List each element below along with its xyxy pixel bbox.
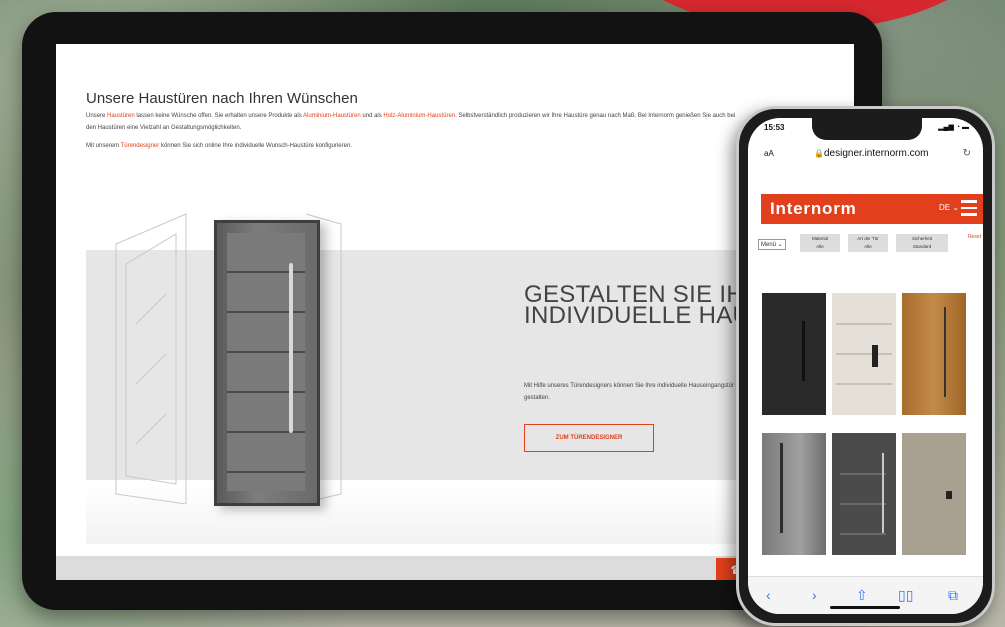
door-thumbnail[interactable] <box>902 433 966 555</box>
filter-material[interactable]: Material Alle <box>800 234 840 252</box>
door-panel <box>227 233 305 491</box>
tabs-icon[interactable]: ⧉ <box>948 587 958 604</box>
lock-icon: 🔒 <box>814 149 824 158</box>
filter-reset-button[interactable]: Reset <box>968 234 981 240</box>
page-heading: Unsere Haustüren nach Ihren Wünschen <box>86 90 358 107</box>
reload-icon[interactable]: ↻ <box>963 144 971 164</box>
designer-paragraph: Mit unserem Türendesigner können Sie sic… <box>86 140 746 152</box>
text-size-button[interactable]: aA <box>764 144 774 164</box>
aluminium-haustueren-link[interactable]: Aluminium-Haustüren <box>303 113 361 119</box>
door-thumbnail[interactable] <box>762 293 826 415</box>
door-thumbnail[interactable] <box>832 433 896 555</box>
haustueren-link[interactable]: Haustüren <box>107 113 135 119</box>
hamburger-menu-icon[interactable] <box>961 200 977 216</box>
front-door-image <box>214 220 320 506</box>
holz-aluminium-haustueren-link[interactable]: Holz-Aluminium-Haustüren <box>383 113 455 119</box>
door-handle <box>289 263 293 433</box>
filter-value: Alle <box>864 244 872 249</box>
intro-paragraph: Unsere Haustüren lassen keine Wünsche of… <box>86 110 746 134</box>
door-thumbnail[interactable] <box>902 293 966 415</box>
filter-value: Alle <box>816 244 824 249</box>
address-bar[interactable]: aA 🔒 designer.internorm.com ↻ <box>756 144 975 164</box>
filter-menu-button[interactable]: Menü ⌄ <box>758 239 786 250</box>
tablet-screen: Unsere Haustüren nach Ihren Wünschen Uns… <box>56 44 854 580</box>
phone-screen: 15:53 ▂▄▆ ◔ ▬ aA 🔒 designer.internorm.co… <box>748 118 983 614</box>
filter-label: Material <box>811 236 828 241</box>
filter-art-der-tuer[interactable]: Art der Tür Alle <box>848 234 888 252</box>
phone-device: 15:53 ▂▄▆ ◔ ▬ aA 🔒 designer.internorm.co… <box>736 106 995 626</box>
back-icon[interactable]: ‹ <box>766 587 771 603</box>
language-selector[interactable]: DE ⌄ <box>939 203 959 212</box>
filter-value: Standard <box>912 244 932 249</box>
status-icons: ▂▄▆ ◔ ▬ <box>938 124 969 131</box>
filter-sicherheit[interactable]: Sicherheit Standard <box>896 234 948 252</box>
share-icon[interactable]: ⇧ <box>856 587 868 604</box>
url-text: designer.internorm.com <box>824 148 929 159</box>
phone-notch <box>812 118 922 140</box>
designer-cta-button[interactable]: ZUM TÜRENDESIGNER <box>524 424 654 452</box>
intro-text-1: Unsere <box>86 113 108 119</box>
door-thumbnail[interactable] <box>832 293 896 415</box>
intro-text-2: lassen keine Wünsche offen. Sie erhalten… <box>134 113 304 119</box>
internorm-logo[interactable]: Internorm <box>761 194 865 224</box>
brand-header: Internorm DE ⌄ <box>761 194 983 224</box>
bookmarks-icon[interactable]: ▯▯ <box>898 587 913 604</box>
home-indicator <box>830 606 900 609</box>
designer-text-1: Mit unserem <box>86 143 121 149</box>
forward-icon[interactable]: › <box>812 587 817 603</box>
status-time: 15:53 <box>764 123 785 132</box>
intro-text-3: und als <box>360 113 384 119</box>
filter-label: Art der Tür <box>857 236 879 241</box>
tuerendesigner-link[interactable]: Türendesigner <box>121 143 160 149</box>
filter-label: Sicherheit <box>911 236 932 241</box>
door-thumbnail[interactable] <box>762 433 826 555</box>
designer-text-2: können Sie sich online Ihre individuelle… <box>159 143 352 149</box>
filter-row: Menü ⌄ Material Alle Art der Tür Alle Si… <box>758 234 983 256</box>
